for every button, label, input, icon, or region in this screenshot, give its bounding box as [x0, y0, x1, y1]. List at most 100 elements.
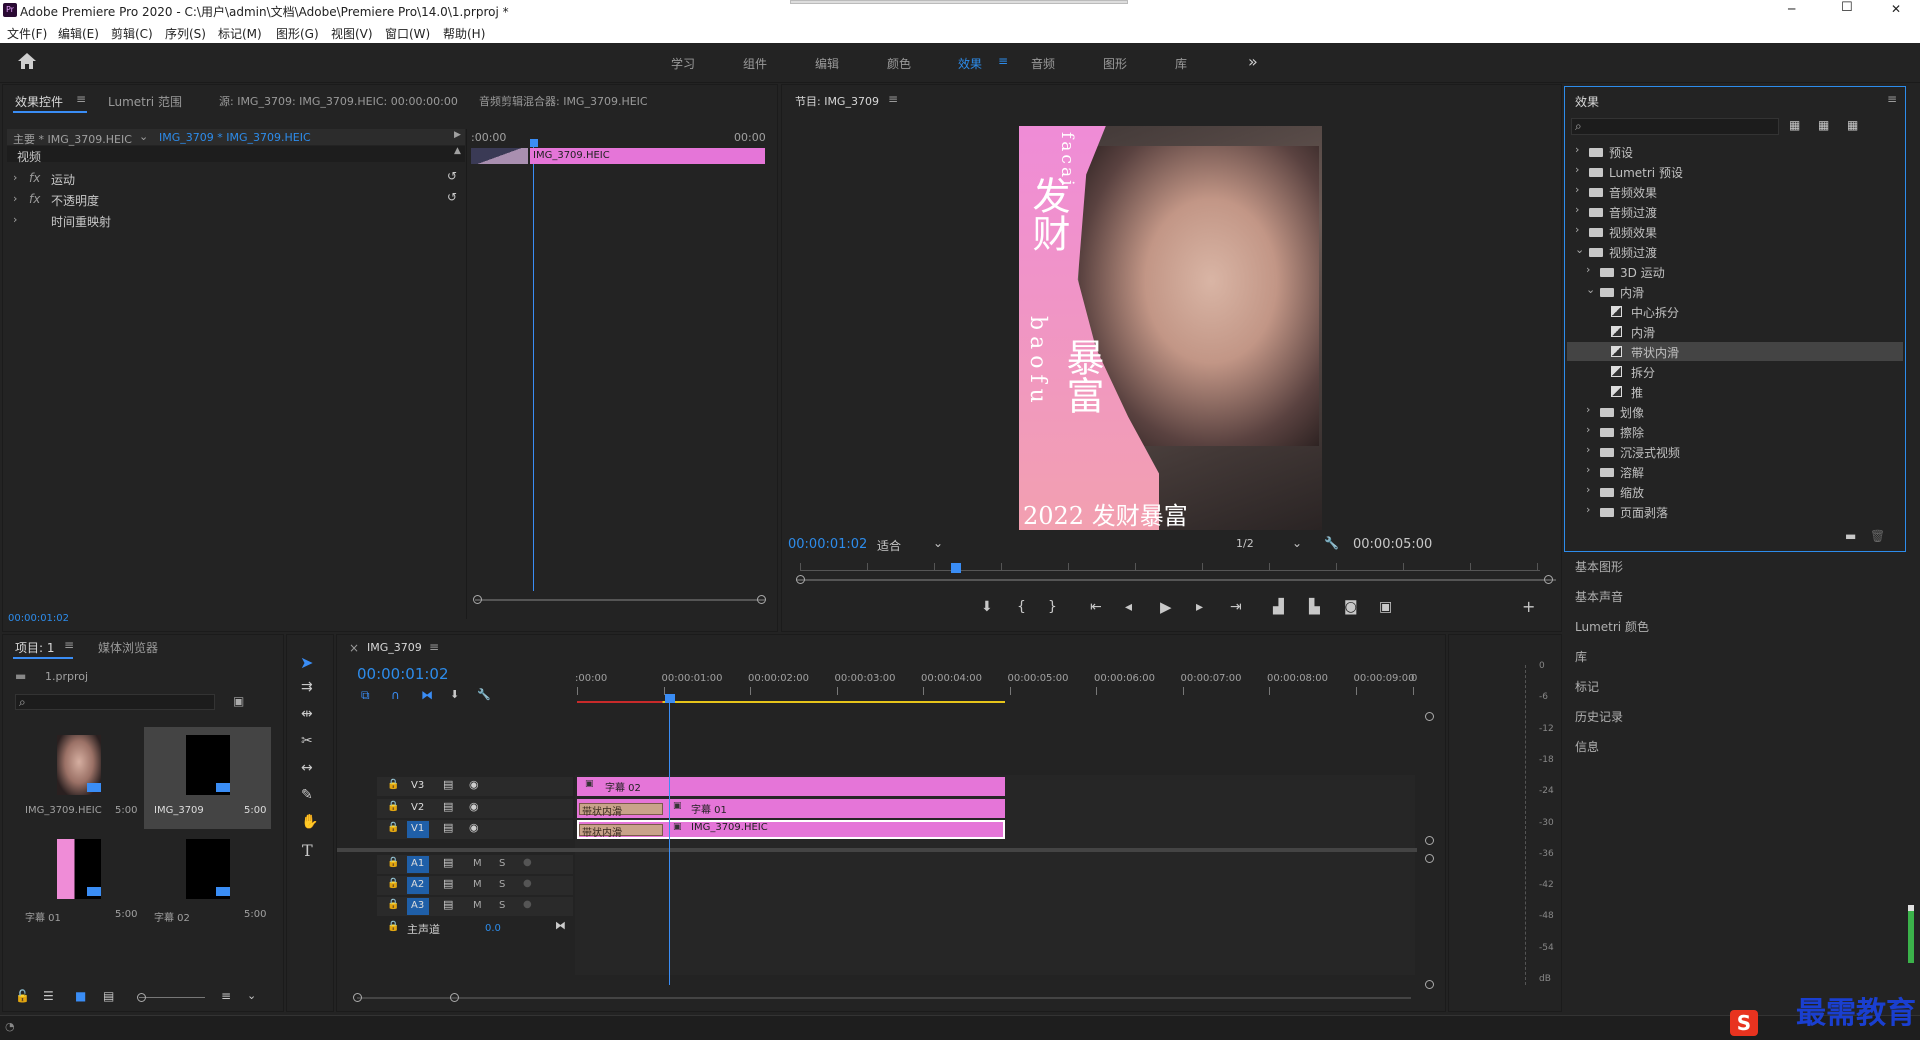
transition-v2[interactable]: 带状内滑 [579, 803, 663, 818]
timeline-menu-icon[interactable]: ≡ [429, 640, 439, 654]
ripple-edit-tool-icon[interactable]: ⇹ [301, 706, 313, 722]
effects-tree-item[interactable]: › 3D 运动 [1567, 262, 1903, 281]
project-search-input[interactable]: ⌕ [15, 694, 215, 710]
chevron-down-icon[interactable]: ⌄ [1586, 283, 1595, 296]
freeform-view-icon[interactable]: ▤ [103, 989, 114, 1003]
effects-tree-item[interactable]: 推 [1567, 382, 1903, 401]
timeline-timecode[interactable]: 00:00:01:02 [357, 665, 449, 683]
effects-tree-item[interactable]: › 沉浸式视频 [1567, 442, 1903, 461]
panel-history[interactable]: 历史记录 [1575, 708, 1623, 725]
new-bin-icon[interactable]: ▦ [1789, 118, 1800, 132]
32-bit-filter-icon[interactable]: ▦ [1818, 118, 1829, 132]
step-back-icon[interactable]: ◂ [1125, 599, 1132, 615]
ec-transition-block[interactable] [471, 148, 528, 164]
sync-lock-icon[interactable]: ▤ [443, 800, 453, 813]
linked-selection-icon[interactable]: ⧓ [421, 688, 433, 702]
microphone-icon[interactable]: ● [523, 857, 532, 868]
delete-icon[interactable]: 🗑 [1870, 529, 1885, 543]
play-icon[interactable]: ▶ [1160, 598, 1172, 616]
motion-row[interactable]: › fx 运动 ↺ [7, 169, 465, 189]
timeline-playhead-head[interactable] [665, 694, 675, 703]
reset-icon[interactable]: ↺ [447, 169, 457, 183]
thumb-size-slider[interactable] [139, 997, 205, 998]
v-scroll-handle-mid1[interactable] [1425, 836, 1434, 845]
program-scrollbar[interactable] [796, 579, 1556, 581]
selection-tool-icon[interactable]: ➤ [300, 653, 313, 672]
microphone-icon[interactable]: ● [523, 878, 532, 889]
eye-icon[interactable]: ◉ [469, 821, 479, 834]
track-label[interactable]: A3 [411, 900, 424, 911]
sync-lock-icon[interactable]: ▤ [443, 778, 453, 791]
transition-v1[interactable]: 带状内滑 [579, 824, 663, 839]
h-scrollbar[interactable] [357, 997, 1411, 999]
add-marker-icon[interactable]: ⬇ [450, 688, 459, 701]
menu-help[interactable]: 帮助(H) [443, 25, 485, 42]
tab-lumetri-scopes[interactable]: Lumetri 范围 [108, 93, 182, 110]
lift-icon[interactable]: ▟ [1273, 599, 1284, 615]
chevron-right-icon[interactable]: › [1586, 483, 1590, 496]
panel-info[interactable]: 信息 [1575, 738, 1599, 755]
track-label[interactable]: A2 [411, 879, 424, 890]
snap-icon[interactable]: ∩ [391, 688, 400, 702]
master-volume-value[interactable]: 0.0 [485, 923, 501, 934]
menu-file[interactable]: 文件(F) [7, 25, 47, 42]
effects-tree-item[interactable]: › 擦除 [1567, 422, 1903, 441]
lock-icon[interactable]: 🔒 [387, 857, 399, 868]
expand-chevron-icon[interactable]: › [13, 192, 17, 205]
fit-dropdown[interactable]: 适合 ⌄ [873, 535, 945, 553]
step-forward-icon[interactable]: ▸ [1196, 599, 1203, 615]
h-scroll-handle-right[interactable] [450, 993, 459, 1002]
effects-tree-item[interactable]: › 预设 [1567, 142, 1903, 161]
clip-v2-title01[interactable]: 带状内滑 ▣ 字幕 01 [577, 799, 1005, 818]
ws-color[interactable]: 颜色 [887, 55, 911, 72]
sync-lock-icon[interactable]: ▤ [443, 877, 453, 890]
effects-tree-item[interactable]: › Lumetri 预设 [1567, 162, 1903, 181]
play-only-icon[interactable]: ▶ [454, 130, 461, 140]
chevron-down-icon[interactable]: ⌄ [139, 130, 148, 143]
tab-effect-controls[interactable]: 效果控件 [15, 93, 63, 110]
sync-lock-icon[interactable]: ▤ [443, 821, 453, 834]
ws-effects-menu-icon[interactable]: ≡ [998, 54, 1008, 68]
menu-window[interactable]: 窗口(W) [385, 25, 430, 42]
track-label[interactable]: V3 [411, 780, 424, 791]
tab-audio-clip-mixer[interactable]: 音频剪辑混合器: IMG_3709.HEIC [479, 93, 648, 109]
effects-tree-item[interactable]: › 页面剥落 [1567, 502, 1903, 521]
solo-button[interactable]: S [499, 858, 505, 869]
extract-icon[interactable]: ▙ [1309, 599, 1320, 615]
chevron-right-icon[interactable]: › [1586, 463, 1590, 476]
export-frame-icon[interactable]: ◙ [1344, 599, 1358, 615]
ec-playhead-marker[interactable] [530, 139, 538, 147]
go-to-end-icon[interactable]: ⧓ [555, 919, 566, 932]
track-label[interactable]: V1 [411, 823, 424, 834]
chevron-right-icon[interactable]: › [1586, 263, 1590, 276]
maximize-button[interactable]: ☐ [1841, 0, 1853, 15]
track-label[interactable]: A1 [411, 858, 424, 869]
menu-graphics[interactable]: 图形(G) [276, 25, 319, 42]
chevron-right-icon[interactable]: › [1586, 403, 1590, 416]
thumb-size-handle[interactable] [137, 993, 146, 1002]
resolution-dropdown[interactable]: 1/2 ⌄ [1232, 535, 1304, 553]
program-scroll-right[interactable] [1544, 575, 1553, 584]
program-title[interactable]: 节目: IMG_3709 [795, 93, 879, 109]
sync-lock-icon[interactable]: ▤ [443, 856, 453, 869]
ws-graphics[interactable]: 图形 [1103, 55, 1127, 72]
chevron-right-icon[interactable]: › [1575, 143, 1579, 156]
effects-tree-item[interactable]: › 音频过渡 [1567, 202, 1903, 221]
effects-tree-item[interactable]: › 视频效果 [1567, 222, 1903, 241]
clip-v3-title02[interactable]: ▣ 字幕 02 [577, 777, 1005, 796]
timeline-tab[interactable]: IMG_3709 [367, 641, 422, 654]
mark-in-icon[interactable]: { [1017, 599, 1026, 615]
add-button-icon[interactable]: + [1522, 597, 1535, 616]
close-button[interactable]: ✕ [1891, 2, 1901, 16]
h-scroll-handle-left[interactable] [353, 993, 362, 1002]
ec-zoom-scrollbar[interactable] [475, 599, 765, 601]
tab-menu-icon[interactable]: ≡ [76, 92, 86, 106]
project-item-title-01[interactable]: 字幕 01 5:00 [15, 831, 142, 933]
new-folder-icon[interactable]: ▬ [1845, 529, 1856, 543]
minimize-button[interactable]: ─ [1788, 2, 1795, 16]
chevron-right-icon[interactable]: › [1586, 443, 1590, 456]
effects-menu-icon[interactable]: ≡ [1887, 92, 1897, 106]
tab-source-monitor[interactable]: 源: IMG_3709: IMG_3709.HEIC: 00:00:00:00 [219, 93, 458, 109]
opacity-row[interactable]: › fx 不透明度 ↺ [7, 190, 465, 210]
tab-media-browser[interactable]: 媒体浏览器 [98, 639, 158, 656]
